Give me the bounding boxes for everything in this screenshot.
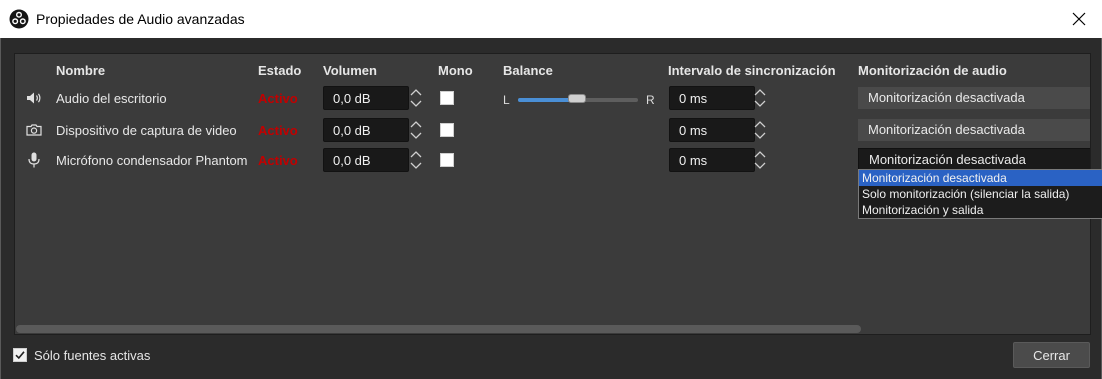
- mono-checkbox[interactable]: [440, 123, 454, 137]
- step-up-button[interactable]: [752, 118, 768, 130]
- sync-offset-stepper[interactable]: [752, 118, 768, 142]
- active-only-checkbox[interactable]: [13, 348, 27, 362]
- header-audio-monitoring: Monitorización de audio: [858, 63, 1007, 78]
- volume-input[interactable]: 0,0 dB: [323, 148, 409, 172]
- monitoring-select-open[interactable]: Monitorización desactivada: [858, 148, 1090, 170]
- source-name: Micrófono condensador Phantom: [56, 153, 248, 168]
- step-up-button[interactable]: [752, 86, 768, 98]
- mono-checkbox[interactable]: [440, 91, 454, 105]
- chevron-down-icon: [754, 132, 766, 139]
- header-state: Estado: [258, 63, 302, 78]
- balance-right-label: R: [646, 93, 655, 107]
- sync-offset-input[interactable]: 0 ms: [669, 148, 755, 172]
- close-icon: [1072, 12, 1086, 26]
- chevron-down-icon: [410, 132, 422, 139]
- mono-checkbox[interactable]: [440, 153, 454, 167]
- chevron-down-icon: [410, 100, 422, 107]
- chevron-up-icon: [754, 121, 766, 128]
- source-state: Activo: [258, 153, 298, 168]
- close-button[interactable]: Cerrar: [1013, 342, 1090, 368]
- chevron-up-icon: [754, 151, 766, 158]
- sync-offset-stepper[interactable]: [752, 148, 768, 172]
- volume-stepper[interactable]: [408, 148, 424, 172]
- step-down-button[interactable]: [752, 98, 768, 110]
- active-only-label: Sólo fuentes activas: [34, 348, 151, 363]
- step-down-button[interactable]: [408, 160, 424, 172]
- chevron-down-icon: [754, 100, 766, 107]
- sync-offset-stepper[interactable]: [752, 86, 768, 110]
- volume-input[interactable]: 0,0 dB: [323, 118, 409, 142]
- chevron-up-icon: [754, 89, 766, 96]
- volume-stepper[interactable]: [408, 86, 424, 110]
- chevron-down-icon: [754, 162, 766, 169]
- balance-left-label: L: [503, 93, 510, 107]
- header-sync-offset: Intervalo de sincronización: [668, 63, 836, 78]
- dropdown-option[interactable]: Monitorización y salida: [859, 202, 1102, 218]
- step-up-button[interactable]: [408, 148, 424, 160]
- horizontal-scrollbar[interactable]: [16, 325, 861, 333]
- chevron-up-icon: [410, 121, 422, 128]
- step-down-button[interactable]: [752, 160, 768, 172]
- monitoring-dropdown-list: Monitorización desactivada Solo monitori…: [858, 169, 1102, 219]
- camera-icon: [26, 124, 42, 136]
- chevron-up-icon: [410, 151, 422, 158]
- step-up-button[interactable]: [408, 118, 424, 130]
- source-name: Audio del escritorio: [56, 91, 167, 106]
- sync-offset-input[interactable]: 0 ms: [669, 118, 755, 142]
- monitoring-select[interactable]: Monitorización desactivada: [858, 119, 1090, 141]
- step-down-button[interactable]: [408, 130, 424, 142]
- step-up-button[interactable]: [408, 86, 424, 98]
- chevron-up-icon: [410, 89, 422, 96]
- dropdown-option[interactable]: Monitorización desactivada: [859, 170, 1102, 186]
- volume-input[interactable]: 0,0 dB: [323, 86, 409, 110]
- header-balance: Balance: [503, 63, 553, 78]
- source-state: Activo: [258, 123, 298, 138]
- monitoring-select[interactable]: Monitorización desactivada: [858, 87, 1090, 109]
- source-name: Dispositivo de captura de video: [56, 123, 237, 138]
- header-mono: Mono: [438, 63, 473, 78]
- step-down-button[interactable]: [752, 130, 768, 142]
- dialog-body: Nombre Estado Volumen Mono Balance Inter…: [0, 38, 1102, 379]
- source-state: Activo: [258, 91, 298, 106]
- microphone-icon: [28, 152, 40, 168]
- step-up-button[interactable]: [752, 148, 768, 160]
- title-bar: Propiedades de Audio avanzadas: [0, 0, 1102, 38]
- dropdown-option[interactable]: Solo monitorización (silenciar la salida…: [859, 186, 1102, 202]
- step-down-button[interactable]: [408, 98, 424, 110]
- header-volume: Volumen: [323, 63, 377, 78]
- window-title: Propiedades de Audio avanzadas: [36, 11, 245, 27]
- balance-slider-handle[interactable]: [568, 94, 586, 103]
- header-name: Nombre: [56, 63, 106, 78]
- chevron-down-icon: [410, 162, 422, 169]
- window-close-button[interactable]: [1056, 0, 1102, 38]
- checkmark-icon: [15, 351, 25, 360]
- obs-logo-icon: [9, 9, 29, 29]
- speaker-icon: [27, 92, 41, 104]
- sync-offset-input[interactable]: 0 ms: [669, 86, 755, 110]
- volume-stepper[interactable]: [408, 118, 424, 142]
